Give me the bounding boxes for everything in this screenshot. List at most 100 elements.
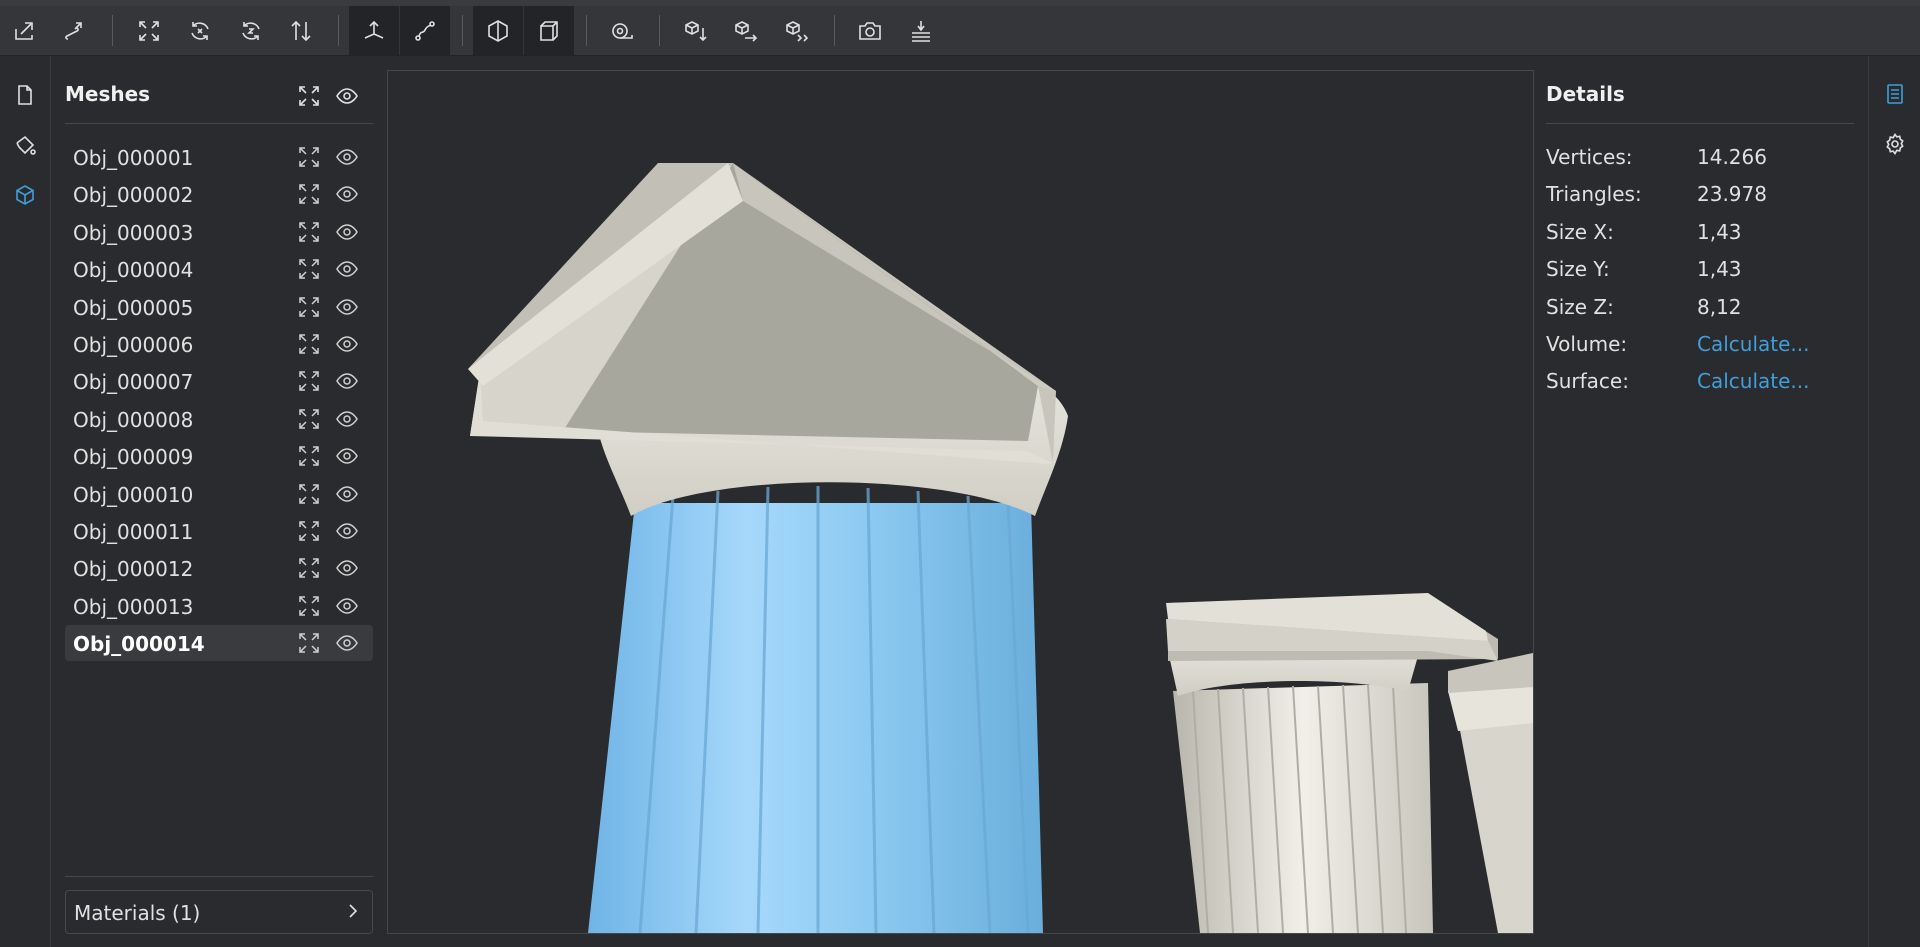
mesh-list-item[interactable]: Obj_000007 bbox=[65, 363, 373, 399]
fit-all-icon[interactable] bbox=[297, 84, 321, 108]
mesh-list-item[interactable]: Obj_000013 bbox=[65, 588, 373, 624]
paint-bucket-icon[interactable] bbox=[13, 133, 37, 157]
box-view-button[interactable] bbox=[524, 6, 574, 55]
capital-abacus bbox=[468, 163, 1056, 464]
cross-section-button[interactable] bbox=[473, 6, 523, 55]
document-icon[interactable] bbox=[13, 83, 37, 107]
eye-icon[interactable] bbox=[335, 594, 359, 618]
move-right-button[interactable] bbox=[721, 6, 771, 55]
mesh-list-item[interactable]: Obj_000004 bbox=[65, 251, 373, 287]
fit-mesh-icon[interactable] bbox=[297, 182, 321, 206]
3d-viewport[interactable] bbox=[387, 70, 1534, 934]
panel-divider bbox=[65, 876, 373, 877]
meshes-panel: Meshes Obj_000001 Obj_000002 Obj_000003 Obj… bbox=[51, 70, 373, 940]
mesh-name: Obj_000010 bbox=[73, 482, 194, 507]
panel-divider bbox=[1546, 123, 1854, 124]
detail-value: 14.266 bbox=[1697, 145, 1767, 169]
mesh-name: Obj_000007 bbox=[73, 370, 194, 395]
toolbar-separator bbox=[112, 15, 113, 46]
mesh-name: Obj_000004 bbox=[73, 258, 194, 283]
eye-icon[interactable] bbox=[335, 444, 359, 468]
fit-mesh-icon[interactable] bbox=[297, 407, 321, 431]
tape-measure-icon bbox=[612, 22, 633, 39]
fit-mesh-icon[interactable] bbox=[297, 220, 321, 244]
mesh-list-item[interactable]: Obj_000003 bbox=[65, 214, 373, 250]
mesh-list-item[interactable]: Obj_000014 bbox=[65, 625, 373, 662]
fit-mesh-icon[interactable] bbox=[297, 594, 321, 618]
fit-mesh-icon[interactable] bbox=[297, 257, 321, 281]
fit-mesh-icon[interactable] bbox=[297, 295, 321, 319]
detail-value: 1,43 bbox=[1697, 257, 1742, 282]
screenshot-button[interactable] bbox=[845, 6, 895, 55]
fit-mesh-icon[interactable] bbox=[297, 444, 321, 468]
chevron-right-icon bbox=[349, 904, 358, 918]
meshes-cube-icon[interactable] bbox=[13, 183, 37, 207]
export-button[interactable] bbox=[50, 6, 100, 55]
scene-render bbox=[468, 163, 1533, 933]
eye-icon[interactable] bbox=[335, 295, 359, 319]
fit-mesh-icon[interactable] bbox=[297, 519, 321, 543]
rotate-x-button[interactable] bbox=[175, 6, 225, 55]
mesh-list-item[interactable]: Obj_000010 bbox=[65, 476, 373, 512]
mesh-list-item[interactable]: Obj_000002 bbox=[65, 176, 373, 212]
mesh-list-item[interactable]: Obj_000005 bbox=[65, 289, 373, 325]
details-panel-icon[interactable] bbox=[1883, 82, 1907, 106]
eye-icon[interactable] bbox=[335, 519, 359, 543]
panel-divider bbox=[65, 123, 373, 124]
materials-button[interactable]: Materials (1) bbox=[65, 890, 373, 934]
details-panel: Details Vertices: 14.266 Triangles: 23.978 S… bbox=[1532, 70, 1868, 940]
details-title: Details bbox=[1546, 82, 1625, 106]
mesh-list-item[interactable]: Obj_000009 bbox=[65, 438, 373, 474]
mesh-list-item[interactable]: Obj_000011 bbox=[65, 513, 373, 549]
camera-icon bbox=[859, 21, 881, 40]
eye-icon[interactable] bbox=[335, 482, 359, 506]
move-down-icon bbox=[685, 20, 707, 41]
mesh-list-item[interactable]: Obj_000006 bbox=[65, 326, 373, 362]
detail-label: Size Y: bbox=[1546, 257, 1610, 282]
eye-icon[interactable] bbox=[335, 631, 359, 655]
mesh-name: Obj_000014 bbox=[73, 632, 205, 657]
mesh-list-item[interactable]: Obj_000008 bbox=[65, 401, 373, 437]
fit-mesh-icon[interactable] bbox=[297, 631, 321, 655]
rotate-z-button[interactable] bbox=[226, 6, 276, 55]
mesh-list-item[interactable]: Obj_000001 bbox=[65, 139, 373, 175]
fit-mesh-icon[interactable] bbox=[297, 369, 321, 393]
flip-button[interactable] bbox=[276, 6, 326, 55]
fit-mesh-icon[interactable] bbox=[297, 482, 321, 506]
eye-icon[interactable] bbox=[335, 407, 359, 431]
measure-path-button[interactable] bbox=[400, 6, 450, 55]
eye-icon[interactable] bbox=[335, 369, 359, 393]
import-button[interactable] bbox=[0, 6, 50, 55]
fit-view-icon bbox=[139, 20, 159, 41]
fit-mesh-icon[interactable] bbox=[297, 332, 321, 356]
tape-measure-button[interactable] bbox=[597, 6, 647, 55]
move-down-button[interactable] bbox=[671, 6, 721, 55]
eye-icon[interactable] bbox=[335, 556, 359, 580]
eye-icon[interactable] bbox=[335, 182, 359, 206]
place-on-ground-button[interactable] bbox=[349, 6, 399, 55]
export-icon bbox=[65, 21, 82, 40]
eye-icon[interactable] bbox=[335, 220, 359, 244]
fit-mesh-icon[interactable] bbox=[297, 145, 321, 169]
cross-section-icon bbox=[488, 19, 508, 42]
mesh-name: Obj_000005 bbox=[73, 295, 194, 320]
move-both-icon bbox=[786, 20, 809, 42]
detail-value: 1,43 bbox=[1697, 219, 1742, 244]
eye-icon[interactable] bbox=[335, 145, 359, 169]
eye-icon[interactable] bbox=[335, 257, 359, 281]
mesh-name: Obj_000013 bbox=[73, 594, 194, 619]
meshes-title: Meshes bbox=[65, 82, 151, 106]
rotate-z-icon bbox=[242, 21, 260, 40]
toolbar bbox=[0, 6, 1920, 56]
fit-mesh-icon[interactable] bbox=[297, 556, 321, 580]
move-both-button[interactable] bbox=[772, 6, 822, 55]
calculate-link[interactable]: Calculate... bbox=[1697, 369, 1809, 393]
toolbar-separator bbox=[462, 15, 463, 46]
gear-icon[interactable] bbox=[1883, 132, 1907, 156]
fit-view-button[interactable] bbox=[124, 6, 174, 55]
eye-icon[interactable] bbox=[335, 332, 359, 356]
mesh-list-item[interactable]: Obj_000012 bbox=[65, 550, 373, 586]
eye-icon[interactable] bbox=[335, 84, 359, 108]
calculate-link[interactable]: Calculate... bbox=[1697, 332, 1809, 356]
base-plate-button[interactable] bbox=[896, 6, 946, 55]
